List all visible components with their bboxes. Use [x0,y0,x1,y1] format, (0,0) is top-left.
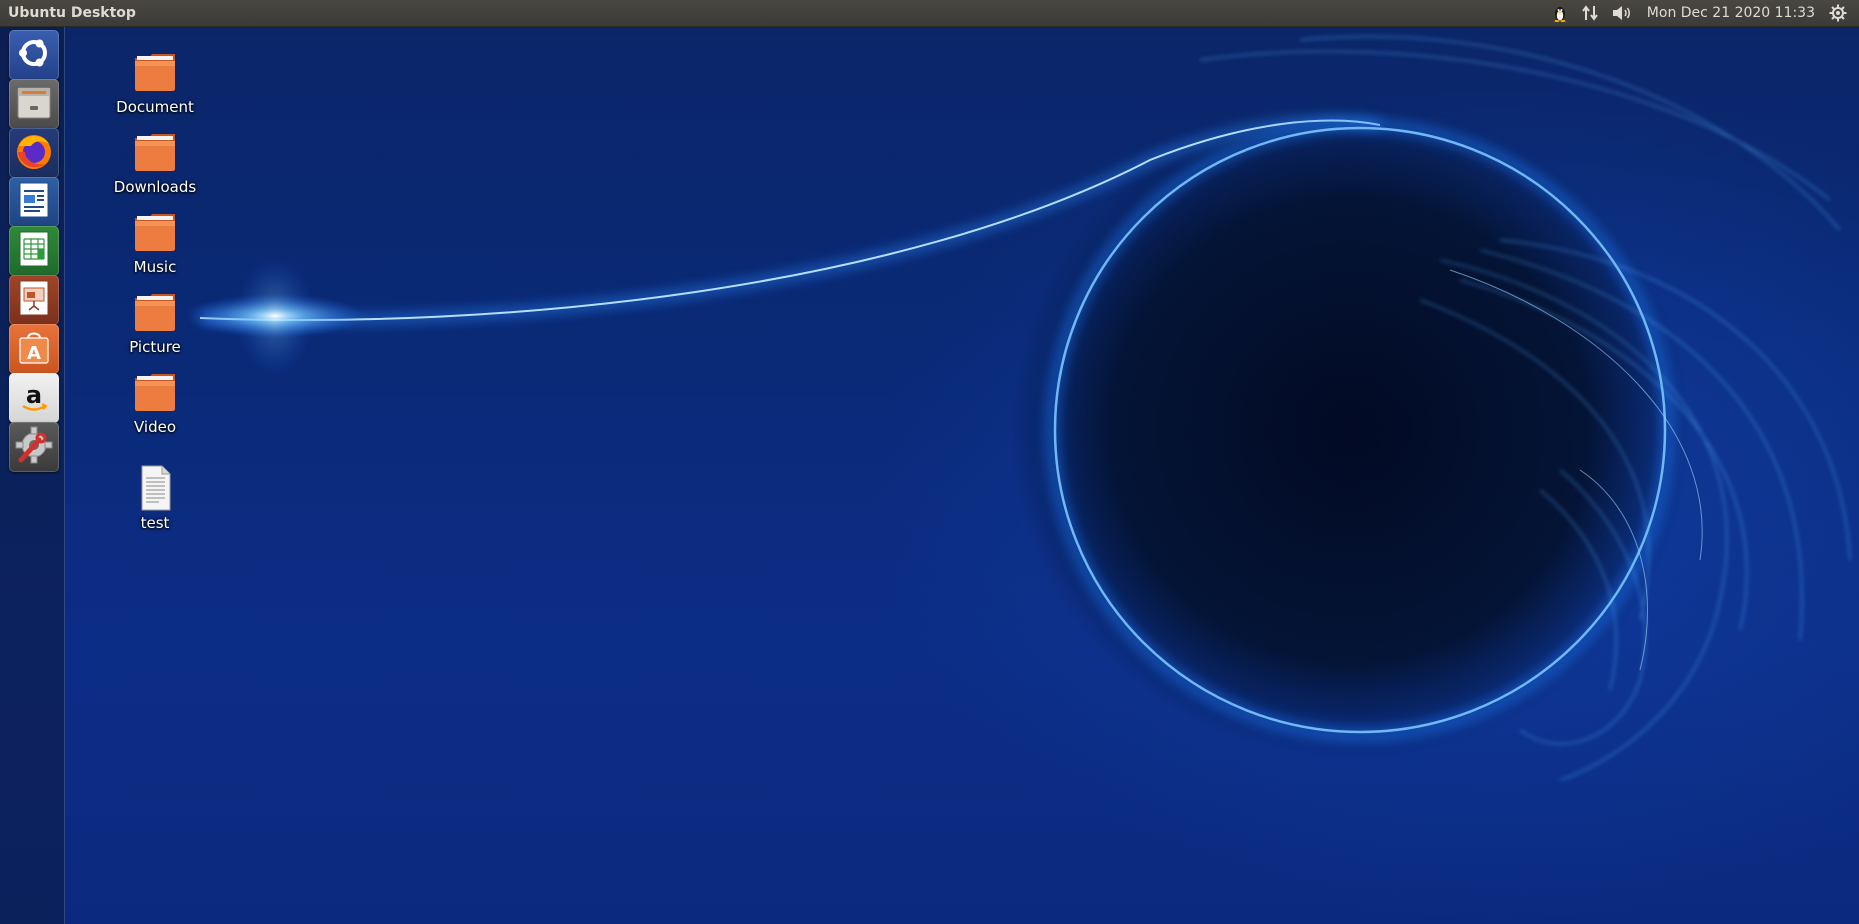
launcher-files[interactable] [9,79,59,129]
folder-icon [131,208,179,256]
desktop-icon-label: Video [133,418,177,436]
panel-title: Ubuntu Desktop [8,5,136,21]
svg-text:A: A [27,343,41,364]
desktop-icon-music[interactable]: Music [100,208,210,276]
launcher-firefox[interactable] [9,128,59,178]
top-panel: Ubuntu Desktop Mon Dec 21 2020 11:33 [0,0,1859,27]
launcher-system-settings[interactable] [9,422,59,472]
gear-icon[interactable] [1823,0,1853,26]
tux-icon[interactable] [1545,0,1575,26]
file-cabinet-icon [14,82,54,126]
text-file-icon [131,464,179,512]
desktop-icon-video[interactable]: Video [100,368,210,436]
folder-icon [131,48,179,96]
folder-icon [131,288,179,336]
launcher-libreoffice-writer[interactable] [9,177,59,227]
amazon-icon: a [14,376,54,420]
svg-text:a: a [26,381,42,409]
folder-icon [131,128,179,176]
launcher-libreoffice-impress[interactable] [9,275,59,325]
software-bag-icon: A [14,327,54,371]
volume-icon[interactable] [1605,0,1639,26]
launcher-libreoffice-calc[interactable] [9,226,59,276]
desktop-icon-label: test [140,514,170,532]
firefox-icon [13,130,55,176]
desktop-icon-downloads[interactable]: Downloads [100,128,210,196]
desktop-wallpaper [0,0,1859,924]
launcher-ubuntu-dash[interactable] [9,30,59,80]
desktop-icon-label: Picture [129,338,181,356]
settings-wrench-gear-icon [13,424,55,470]
network-arrows-icon[interactable] [1575,0,1605,26]
desktop-icon-document[interactable]: Document [100,48,210,116]
impress-presentation-icon [14,278,54,322]
desktop-icon-test[interactable]: test [100,464,210,532]
calc-spreadsheet-icon [14,229,54,273]
writer-document-icon [14,180,54,224]
desktop-icon-picture[interactable]: Picture [100,288,210,356]
folder-icon [131,368,179,416]
desktop-icon-label: Downloads [113,178,197,196]
clock[interactable]: Mon Dec 21 2020 11:33 [1639,0,1823,26]
desktop-icon-label: Music [133,258,177,276]
indicator-area: Mon Dec 21 2020 11:33 [1545,0,1853,26]
launcher-ubuntu-software[interactable]: A [9,324,59,374]
desktop-icon-label: Document [116,98,194,116]
launcher: A a [0,26,65,924]
ubuntu-logo-icon [15,34,53,76]
launcher-amazon[interactable]: a [9,373,59,423]
